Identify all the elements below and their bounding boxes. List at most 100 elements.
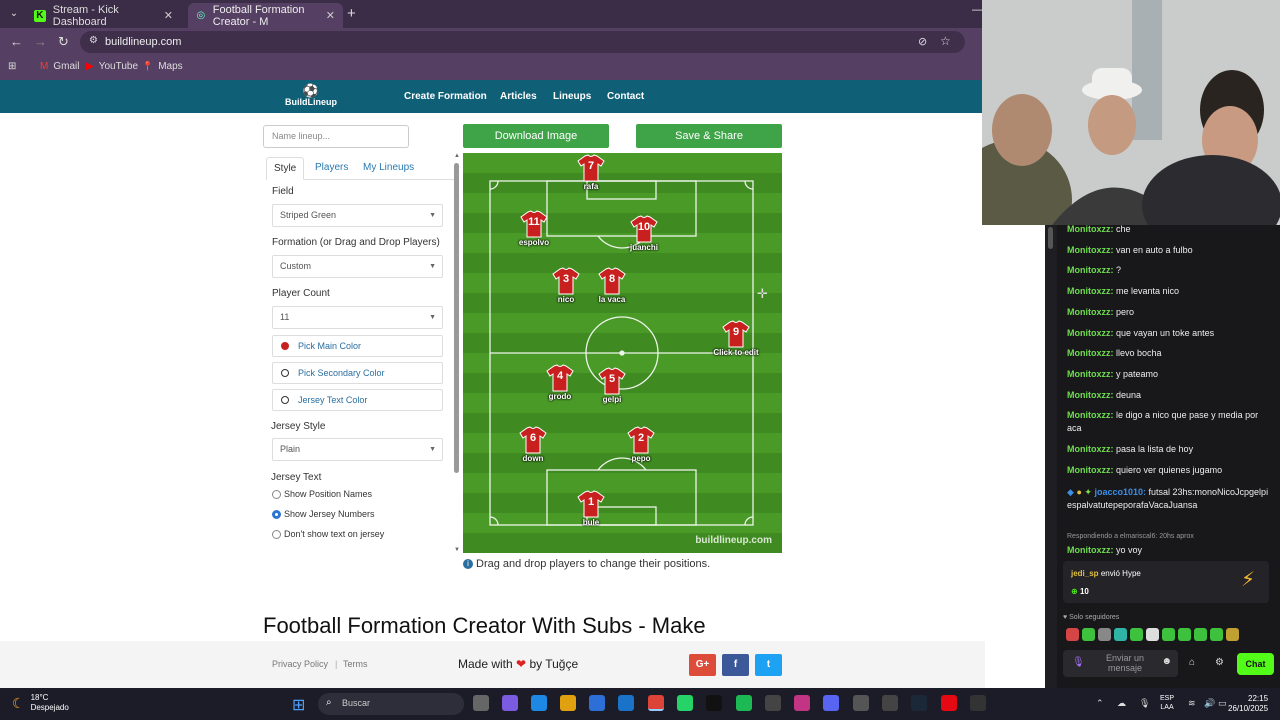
- nav-lineups[interactable]: Lineups: [553, 91, 591, 102]
- eye-off-icon[interactable]: ⊘: [918, 35, 927, 48]
- nav-contact[interactable]: Contact: [607, 91, 644, 102]
- name-lineup-input[interactable]: Name lineup...: [263, 125, 409, 148]
- chat-scrollbar[interactable]: [1045, 225, 1057, 688]
- task-view-icon[interactable]: [473, 695, 489, 711]
- bookmark-star-icon[interactable]: ☆: [940, 34, 951, 48]
- chevron-up-icon[interactable]: ⌃: [1096, 698, 1104, 709]
- discord-icon[interactable]: [823, 695, 839, 711]
- site-info-icon[interactable]: ⚙: [89, 35, 98, 46]
- bookmark-youtube[interactable]: ▶ YouTube: [86, 61, 138, 72]
- player-token[interactable]: 11 espolvo: [504, 210, 564, 247]
- edge-icon[interactable]: [531, 695, 547, 711]
- netflix-icon[interactable]: [941, 695, 957, 711]
- jersey-text-color-button[interactable]: Jersey Text Color: [272, 389, 443, 411]
- tab-search-icon[interactable]: ⌄: [6, 6, 22, 22]
- chat-username[interactable]: Monitoxzz:: [1067, 265, 1114, 275]
- scroll-up-icon[interactable]: ▲: [454, 153, 460, 159]
- radio-button[interactable]: [272, 489, 281, 499]
- field-select[interactable]: Striped Green ▼: [272, 204, 443, 227]
- chat-username[interactable]: Monitoxzz:: [1067, 444, 1114, 454]
- settings-gear-icon[interactable]: ⚙: [1215, 657, 1224, 668]
- mic-tray-icon[interactable]: 🎙: [1139, 698, 1150, 709]
- nav-create-formation[interactable]: Create Formation: [404, 91, 487, 102]
- chat-username[interactable]: Monitoxzz:: [1067, 245, 1114, 255]
- hype-username[interactable]: jedi_sp: [1071, 569, 1099, 578]
- emote-icon[interactable]: [1210, 628, 1223, 641]
- radio-no-text[interactable]: Don't show text on jersey: [272, 529, 384, 539]
- chat-username[interactable]: joacco1010:: [1094, 487, 1146, 497]
- volume-icon[interactable]: 🔊: [1204, 698, 1215, 709]
- chat-username[interactable]: Monitoxzz:: [1067, 410, 1114, 420]
- weather-widget[interactable]: ☾ 18°C Despejado: [12, 693, 69, 713]
- tab-style[interactable]: Style: [266, 157, 305, 180]
- emote-icon[interactable]: [1178, 628, 1191, 641]
- player-token[interactable]: 10 juanchi: [614, 215, 674, 252]
- radio-position-names[interactable]: Show Position Names: [272, 489, 372, 499]
- player-token[interactable]: 4 grodo: [530, 364, 590, 401]
- radio-button-selected[interactable]: [272, 509, 281, 519]
- app-icon[interactable]: [765, 695, 781, 711]
- new-tab-icon[interactable]: +: [347, 5, 356, 22]
- player-token[interactable]: 7 rafa: [561, 154, 621, 191]
- copilot-icon[interactable]: [502, 695, 518, 711]
- player-token[interactable]: 1 bule: [561, 490, 621, 527]
- back-icon[interactable]: ←: [10, 34, 23, 49]
- radio-button[interactable]: [272, 529, 281, 539]
- privacy-link[interactable]: Privacy Policy: [272, 659, 328, 669]
- instagram-icon[interactable]: [794, 695, 810, 711]
- store-icon[interactable]: ⌂: [1189, 657, 1195, 668]
- tab-kick-dashboard[interactable]: K Stream - Kick Dashboard ✕: [26, 3, 181, 28]
- jersey-style-select[interactable]: Plain ▼: [272, 438, 443, 461]
- save-share-button[interactable]: Save & Share: [636, 124, 782, 148]
- chat-username[interactable]: Monitoxzz:: [1067, 328, 1114, 338]
- tab-formation-creator[interactable]: ◎ Football Formation Creator - M ✕: [188, 3, 343, 28]
- emote-icon[interactable]: [1162, 628, 1175, 641]
- chrome-icon[interactable]: [648, 695, 664, 711]
- player-token[interactable]: 9 Click to edit: [706, 320, 766, 357]
- emoji-icon[interactable]: ☻: [1161, 656, 1172, 667]
- reload-icon[interactable]: ↻: [58, 34, 69, 50]
- close-tab-icon[interactable]: ✕: [326, 9, 335, 22]
- google-plus-share-icon[interactable]: G+: [689, 654, 716, 676]
- apps-grid-icon[interactable]: ⊞: [8, 61, 16, 72]
- app-icon[interactable]: [882, 695, 898, 711]
- store-app-icon[interactable]: [589, 695, 605, 711]
- tab-players[interactable]: Players: [308, 157, 355, 180]
- forward-icon[interactable]: →: [34, 34, 47, 49]
- twitter-share-icon[interactable]: t: [755, 654, 782, 676]
- emote-icon[interactable]: [1066, 628, 1079, 641]
- emote-icon[interactable]: [1146, 628, 1159, 641]
- scrollbar-thumb[interactable]: [454, 163, 459, 473]
- terms-link[interactable]: Terms: [343, 659, 368, 669]
- facebook-share-icon[interactable]: f: [722, 654, 749, 676]
- chat-username[interactable]: Monitoxzz:: [1067, 224, 1114, 234]
- player-token[interactable]: 5 gelpi: [582, 367, 642, 404]
- tab-my-lineups[interactable]: My Lineups: [356, 157, 421, 180]
- bookmark-gmail[interactable]: M Gmail: [40, 61, 79, 72]
- file-explorer-icon[interactable]: [560, 695, 576, 711]
- emote-icon[interactable]: [1114, 628, 1127, 641]
- chat-username[interactable]: Monitoxzz:: [1067, 307, 1114, 317]
- chat-username[interactable]: Monitoxzz:: [1067, 286, 1114, 296]
- player-token[interactable]: 8 la vaca: [582, 267, 642, 304]
- emote-icon[interactable]: [1130, 628, 1143, 641]
- chat-username[interactable]: Monitoxzz:: [1067, 369, 1114, 379]
- player-token[interactable]: 2 pepo: [611, 426, 671, 463]
- microphone-icon[interactable]: 🎙: [1072, 657, 1085, 668]
- language-indicator[interactable]: ESP LAA: [1160, 694, 1174, 712]
- battery-icon[interactable]: ▭: [1218, 698, 1227, 709]
- chat-scrollbar-thumb[interactable]: [1048, 227, 1053, 249]
- site-logo[interactable]: ⚽ BuildLineup: [283, 84, 339, 107]
- panel-scrollbar[interactable]: ▲ ▼: [452, 153, 462, 553]
- steam-icon[interactable]: [911, 695, 927, 711]
- chat-send-button[interactable]: Chat: [1237, 653, 1274, 675]
- app-icon[interactable]: [970, 695, 986, 711]
- chat-username[interactable]: Monitoxzz:: [1067, 348, 1114, 358]
- app-icon[interactable]: [853, 695, 869, 711]
- emote-icon[interactable]: [1194, 628, 1207, 641]
- download-image-button[interactable]: Download Image: [463, 124, 609, 148]
- scroll-down-icon[interactable]: ▼: [454, 547, 460, 553]
- chat-username[interactable]: Monitoxzz:: [1067, 545, 1114, 555]
- whatsapp-icon[interactable]: [677, 695, 693, 711]
- chat-input[interactable]: 🎙 Enviar un mensaje ☻: [1063, 650, 1178, 677]
